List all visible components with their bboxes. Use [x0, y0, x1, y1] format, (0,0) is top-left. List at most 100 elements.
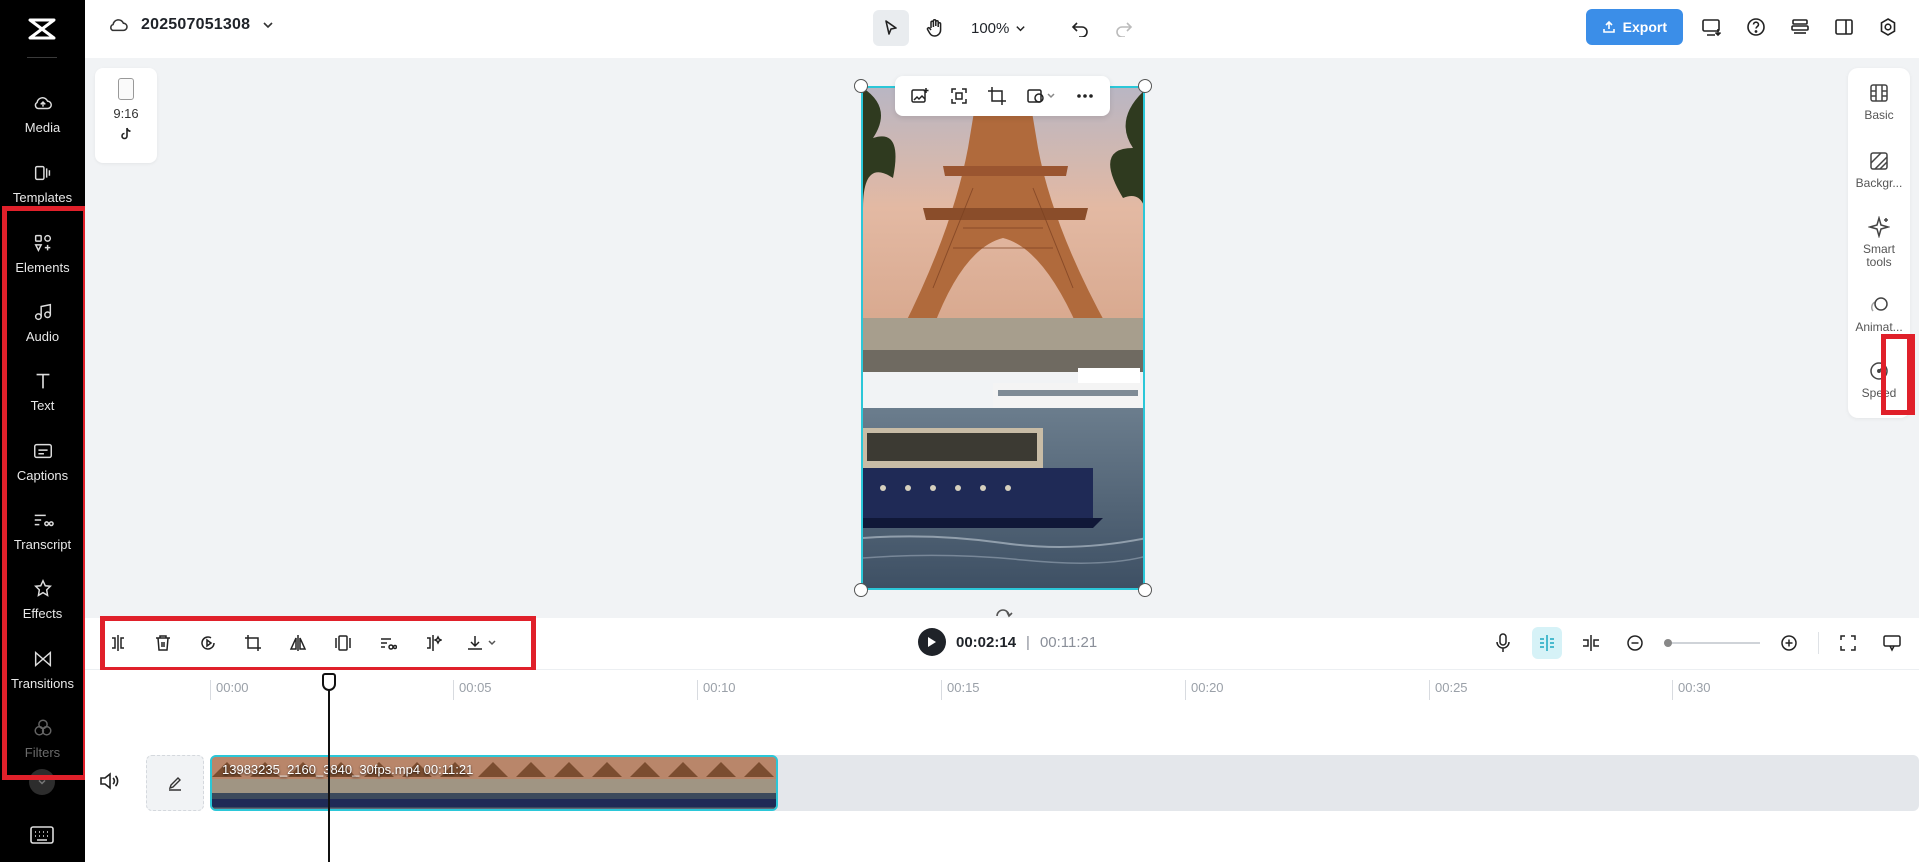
logo-divider — [27, 57, 57, 58]
timeline-panel[interactable]: 00:00 00:05 00:10 00:15 00:20 00:25 00:3… — [85, 670, 1919, 862]
ruler-tick: 00:00 — [210, 680, 249, 700]
present-button[interactable] — [1697, 12, 1727, 42]
edit-cover-button[interactable] — [146, 755, 204, 811]
undo-button[interactable] — [1062, 10, 1098, 46]
sidebar-expand-button[interactable] — [29, 769, 55, 795]
aspect-ratio-label: 9:16 — [113, 106, 139, 121]
fit-icon — [334, 635, 351, 651]
split-view-button[interactable] — [1576, 627, 1606, 659]
project-title-group[interactable]: 202507051308 — [107, 16, 274, 34]
panel-tab-basic[interactable]: Basic — [1848, 82, 1910, 122]
redo-button[interactable] — [1106, 10, 1142, 46]
volume-icon[interactable] — [97, 769, 121, 793]
select-tool-button[interactable] — [873, 10, 909, 46]
video-preview[interactable] — [861, 86, 1145, 590]
replace-media-icon[interactable] — [910, 86, 930, 106]
clip-label: 13983235_2160_3840_30fps.mp4 00:11:21 — [222, 762, 474, 777]
effects-icon — [33, 578, 52, 597]
ruler-tick: 00:05 — [453, 680, 492, 700]
smart-split-button[interactable] — [415, 626, 450, 660]
playhead-line[interactable] — [328, 673, 330, 862]
timeline-zoom-slider[interactable] — [1664, 639, 1760, 647]
fit-frame-icon[interactable] — [949, 86, 969, 106]
zoom-out-button[interactable] — [1620, 627, 1650, 659]
mask-dropdown-icon[interactable] — [1026, 86, 1056, 106]
rotate-handle-icon[interactable] — [993, 604, 1013, 618]
keyboard-shortcuts-icon[interactable] — [28, 824, 56, 846]
zoom-dropdown[interactable]: 100% — [961, 10, 1036, 46]
resize-handle-top-right[interactable] — [1138, 79, 1152, 93]
mirror-button[interactable] — [280, 626, 315, 660]
mirror-icon — [289, 635, 306, 651]
elements-icon — [33, 234, 51, 252]
floating-toolbar — [895, 76, 1110, 116]
panel-tab-animation[interactable]: Animat... — [1848, 294, 1910, 334]
timeline-view-controls — [1488, 627, 1907, 659]
project-title[interactable]: 202507051308 — [141, 16, 250, 34]
resize-handle-top-left[interactable] — [854, 79, 868, 93]
layers-button[interactable] — [1785, 12, 1815, 42]
aspect-ratio-card[interactable]: 9:16 — [95, 68, 157, 163]
resize-handle-bottom-right[interactable] — [1138, 583, 1152, 597]
capcut-logo[interactable] — [24, 14, 60, 44]
download-dropdown-button[interactable] — [460, 626, 506, 660]
crop-button[interactable] — [235, 626, 270, 660]
sidebar-item-label: Transcript — [13, 537, 72, 552]
panel-tab-label: Basic — [1864, 109, 1894, 122]
chevron-down-icon[interactable] — [262, 19, 274, 31]
zoom-in-button[interactable] — [1774, 627, 1804, 659]
export-label: Export — [1622, 19, 1667, 35]
remove-background-button[interactable] — [370, 626, 405, 660]
fit-button[interactable] — [325, 626, 360, 660]
help-button[interactable] — [1741, 12, 1771, 42]
panel-tab-label: Backgr... — [1855, 177, 1903, 190]
export-button[interactable]: Export — [1585, 9, 1683, 45]
more-options-icon[interactable] — [1075, 86, 1095, 106]
sidebar-item-audio[interactable]: Audio — [0, 293, 85, 355]
sidebar-item-label: Media — [24, 120, 61, 135]
video-clip[interactable]: 13983235_2160_3840_30fps.mp4 00:11:21 — [210, 755, 778, 811]
sidebar-item-label: Audio — [25, 329, 60, 344]
sidebar-item-transcript[interactable]: Transcript — [0, 501, 85, 563]
sidebar-item-filters[interactable]: Filters — [0, 709, 85, 771]
clip-edit-tools — [100, 626, 506, 660]
sidebar-item-text[interactable]: Text — [0, 362, 85, 424]
crop-icon — [244, 635, 261, 651]
panel-tab-smart-tools[interactable]: Smart tools — [1848, 216, 1910, 269]
record-voice-button[interactable] — [1488, 627, 1518, 659]
resize-handle-bottom-left[interactable] — [854, 583, 868, 597]
comment-icon — [1883, 635, 1901, 652]
sidebar-item-media[interactable]: Media — [0, 84, 85, 146]
freeze-frame-button[interactable] — [190, 626, 225, 660]
magnet-snap-button[interactable] — [1532, 627, 1562, 659]
panel-tab-background[interactable]: Backgr... — [1848, 150, 1910, 190]
playhead-handle[interactable] — [322, 673, 336, 691]
portrait-ratio-icon — [118, 78, 134, 100]
fit-timeline-button[interactable] — [1833, 627, 1863, 659]
settings-button[interactable] — [1873, 12, 1903, 42]
delete-button[interactable] — [145, 626, 180, 660]
sidebar-item-label: Templates — [12, 190, 73, 205]
zoom-slider-knob[interactable] — [1664, 639, 1672, 647]
cloud-sync-icon — [110, 19, 128, 32]
sidebar-item-captions[interactable]: Captions — [0, 432, 85, 494]
sidebar-item-elements[interactable]: Elements — [0, 224, 85, 286]
play-button[interactable] — [918, 628, 946, 656]
transitions-icon — [34, 650, 51, 668]
basic-icon — [1870, 84, 1888, 102]
crop-icon[interactable] — [987, 86, 1007, 106]
top-bar: 202507051308 100% Export — [85, 0, 1919, 58]
panel-tab-speed[interactable]: Speed — [1848, 360, 1910, 400]
pencil-icon — [168, 777, 181, 791]
canvas-area[interactable]: 9:16 — [85, 58, 1834, 618]
sidebar-item-label: Effects — [22, 606, 63, 621]
time-separator: | — [1026, 633, 1030, 651]
hand-tool-button[interactable] — [917, 10, 953, 46]
sidebar-item-effects[interactable]: Effects — [0, 570, 85, 632]
split-button[interactable] — [100, 626, 135, 660]
background-icon — [1870, 152, 1888, 170]
sidebar-item-transitions[interactable]: Transitions — [0, 640, 85, 702]
comment-button[interactable] — [1877, 627, 1907, 659]
sidebar-item-templates[interactable]: Templates — [0, 154, 85, 216]
layout-button[interactable] — [1829, 12, 1859, 42]
